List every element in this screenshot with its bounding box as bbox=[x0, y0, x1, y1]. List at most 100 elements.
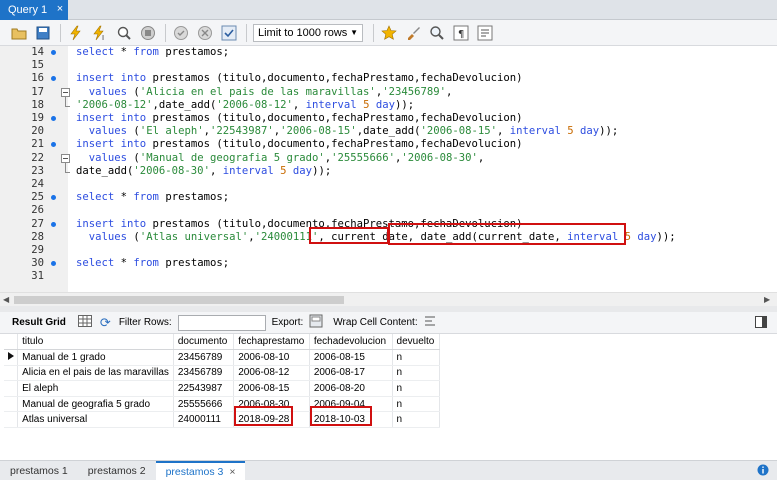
autocommit-icon[interactable] bbox=[220, 24, 238, 42]
rollback-icon[interactable] bbox=[196, 24, 214, 42]
table-cell[interactable]: 2006-08-20 bbox=[309, 380, 393, 397]
commit-icon[interactable] bbox=[172, 24, 190, 42]
sql-editor[interactable]: 14 15 16 17 18 19 20 21 22 23 24 25 26 27 28 29 30 31 sel… bbox=[0, 46, 777, 292]
limit-rows-select[interactable]: Limit to 1000 rows ▼ bbox=[253, 23, 363, 42]
grid-view-icon[interactable] bbox=[77, 315, 92, 330]
stop-icon[interactable] bbox=[139, 24, 157, 42]
tab-query-1-label: Query 1 bbox=[8, 4, 48, 16]
find-magnifier-icon[interactable] bbox=[428, 24, 446, 42]
table-cell[interactable]: 22543987 bbox=[173, 380, 235, 397]
table-cell[interactable]: n bbox=[392, 349, 441, 366]
code-line[interactable] bbox=[68, 244, 777, 257]
save-icon[interactable] bbox=[34, 24, 52, 42]
table-cell[interactable]: n bbox=[392, 411, 441, 429]
tab-prestamos-3[interactable]: prestamos 3 × bbox=[155, 460, 246, 480]
column-header-fechaprestamo[interactable]: fechaprestamo bbox=[233, 334, 310, 351]
code-line[interactable]: values ('Manual de geografia 5 grado','2… bbox=[68, 152, 777, 165]
table-row[interactable]: Manual de geografia 5 grado 25555666 2006-… bbox=[4, 396, 441, 413]
code-line[interactable]: select * from prestamos; bbox=[68, 257, 777, 270]
table-row[interactable]: Atlas universal 24000111 2018-09-28 2018-10… bbox=[4, 411, 441, 429]
code-line[interactable] bbox=[68, 204, 777, 217]
code-token: day bbox=[292, 164, 313, 177]
filter-rows-input[interactable] bbox=[177, 314, 266, 331]
panel-toggle-icon[interactable] bbox=[755, 316, 767, 331]
table-cell[interactable]: 24000111 bbox=[173, 411, 235, 429]
code-line[interactable] bbox=[68, 59, 777, 72]
wrap-lines-icon[interactable] bbox=[476, 24, 494, 42]
table-row[interactable]: Manual de 1 grado 23456789 2006-08-10 2006-… bbox=[4, 349, 441, 366]
table-cell[interactable]: Manual de geografia 5 grado bbox=[17, 396, 174, 413]
table-cell[interactable]: n bbox=[392, 380, 441, 397]
line-number: 25 bbox=[31, 191, 44, 204]
code-area[interactable]: select * from prestamos; insert into pres… bbox=[68, 46, 777, 292]
column-header-fechadevolucion[interactable]: fechadevolucion bbox=[309, 334, 393, 351]
code-token: insert into bbox=[76, 217, 147, 230]
wrap-cell-icon[interactable] bbox=[424, 315, 436, 330]
editor-horizontal-scrollbar[interactable]: ◀ ▶ bbox=[0, 292, 777, 306]
column-header-documento[interactable]: documento bbox=[173, 334, 235, 351]
code-token: values bbox=[88, 230, 128, 243]
code-token: from bbox=[133, 46, 159, 58]
code-line[interactable]: insert into prestamos (titulo,documento,… bbox=[68, 112, 777, 125]
code-token: '2006-08-15' bbox=[280, 125, 357, 138]
tab-prestamos-1[interactable]: prestamos 1 bbox=[0, 461, 78, 480]
column-header-titulo[interactable]: titulo bbox=[17, 334, 174, 351]
highlight-date-add bbox=[388, 223, 626, 245]
code-line[interactable]: values ('Alicia en el pais de las maravi… bbox=[68, 86, 777, 99]
export-icon[interactable] bbox=[309, 314, 323, 331]
scroll-left-icon[interactable]: ◀ bbox=[3, 295, 9, 304]
brush-icon[interactable] bbox=[404, 24, 422, 42]
invisible-chars-icon[interactable]: ¶ bbox=[452, 24, 470, 42]
code-line[interactable]: values ('El aleph','22543987','2006-08-1… bbox=[68, 125, 777, 138]
scroll-right-icon[interactable]: ▶ bbox=[764, 295, 770, 304]
table-cell[interactable]: 23456789 bbox=[173, 365, 235, 382]
table-cell[interactable]: n bbox=[392, 396, 441, 413]
explain-magnifier-icon[interactable] bbox=[115, 24, 133, 42]
info-icon[interactable] bbox=[757, 464, 769, 479]
table-cell[interactable]: 2006-08-17 bbox=[309, 365, 393, 382]
code-line[interactable] bbox=[68, 178, 777, 191]
code-token: )); bbox=[656, 230, 676, 243]
code-token: 'Alicia en el pais de las maravillas' bbox=[139, 85, 376, 98]
column-header-devuelto[interactable]: devuelto bbox=[392, 334, 441, 351]
code-line[interactable] bbox=[68, 270, 777, 283]
code-line[interactable]: select * from prestamos; bbox=[68, 46, 777, 59]
code-line[interactable]: '2006-08-12',date_add('2006-08-12', inte… bbox=[68, 99, 777, 112]
code-line[interactable]: insert into prestamos (titulo,documento,… bbox=[68, 72, 777, 85]
table-row[interactable]: Alicia en el pais de las maravillas 23456… bbox=[4, 365, 441, 382]
table-cell[interactable]: 25555666 bbox=[173, 396, 235, 413]
table-cell[interactable]: 2006-08-15 bbox=[309, 349, 393, 366]
line-number: 18 bbox=[31, 98, 44, 111]
code-line[interactable]: select * from prestamos; bbox=[68, 191, 777, 204]
statement-marker-icon bbox=[51, 50, 56, 55]
result-grid[interactable]: titulo documento fechaprestamo fechadevoluc… bbox=[4, 334, 441, 429]
execute-lightning-icon[interactable] bbox=[67, 24, 85, 42]
scrollbar-thumb[interactable] bbox=[14, 296, 344, 304]
beautify-star-icon[interactable] bbox=[380, 24, 398, 42]
table-cell[interactable]: Atlas universal bbox=[17, 411, 174, 429]
code-line[interactable]: date_add('2006-08-30', interval 5 day)); bbox=[68, 165, 777, 178]
table-cell[interactable]: 2006-08-15 bbox=[233, 380, 310, 397]
sql-toolbar: I Limit to 1000 rows ▼ ¶ bbox=[0, 20, 777, 46]
table-cell[interactable]: 2006-08-10 bbox=[233, 349, 310, 366]
result-grid-label[interactable]: Result Grid bbox=[12, 317, 66, 328]
table-cell[interactable]: Manual de 1 grado bbox=[17, 349, 174, 366]
table-cell[interactable]: Alicia en el pais de las maravillas bbox=[17, 365, 174, 382]
table-cell[interactable]: 2006-08-12 bbox=[233, 365, 310, 382]
table-cell[interactable]: El aleph bbox=[17, 380, 174, 397]
table-cell[interactable]: n bbox=[392, 365, 441, 382]
code-token: )); bbox=[599, 125, 619, 138]
table-cell[interactable]: 23456789 bbox=[173, 349, 235, 366]
tab-query-1[interactable]: Query 1 × bbox=[0, 0, 68, 20]
table-row[interactable]: El aleph 22543987 2006-08-15 2006-08-20 n bbox=[4, 380, 441, 397]
refresh-icon[interactable]: ⟳ bbox=[100, 315, 111, 331]
code-line[interactable]: insert into prestamos (titulo,documento,… bbox=[68, 138, 777, 151]
highlight-fechadevolucion-cell bbox=[310, 406, 372, 426]
open-folder-icon[interactable] bbox=[10, 24, 28, 42]
tab-prestamos-2[interactable]: prestamos 2 bbox=[78, 461, 156, 480]
close-icon[interactable]: × bbox=[54, 3, 66, 15]
close-icon[interactable]: × bbox=[229, 466, 235, 478]
execute-current-icon[interactable]: I bbox=[91, 24, 109, 42]
